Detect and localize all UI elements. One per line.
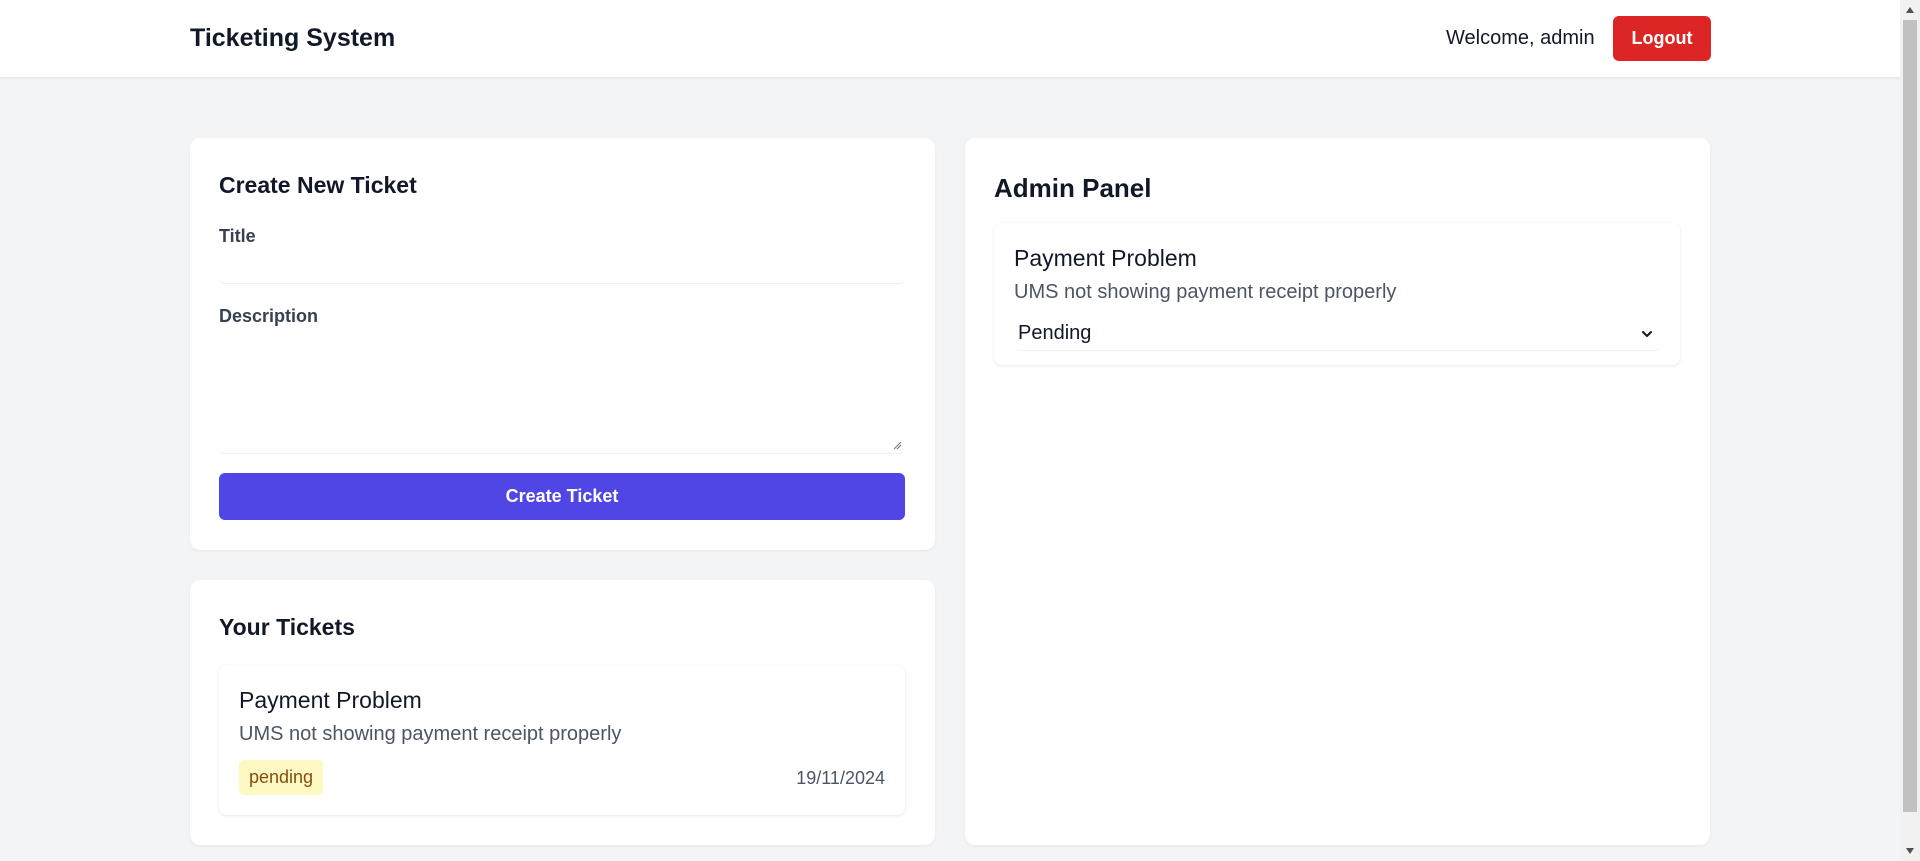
admin-panel-heading: Admin Panel (994, 173, 1152, 203)
admin-ticket-description: UMS not showing payment receipt properly (1014, 281, 1397, 303)
welcome-text: Welcome, admin (1446, 27, 1595, 49)
admin-ticket-item: Payment Problem UMS not showing payment … (994, 223, 1680, 365)
scroll-up-arrow-icon[interactable] (1905, 6, 1915, 14)
description-textarea[interactable] (219, 338, 905, 454)
scroll-down-arrow-icon[interactable] (1905, 847, 1915, 855)
description-label: Description (219, 306, 319, 326)
status-select-value: Pending (1018, 322, 1092, 344)
status-select[interactable]: Pending (1014, 317, 1660, 351)
page-scrollbar[interactable] (1900, 0, 1920, 861)
top-navbar: Ticketing System Welcome, admin Logout (0, 0, 1900, 78)
chevron-down-icon (1642, 331, 1652, 337)
ticket-date: 19/11/2024 (796, 768, 885, 788)
scrollbar-thumb[interactable] (1903, 20, 1917, 812)
ticket-item[interactable]: Payment Problem UMS not showing payment … (219, 665, 905, 815)
ticket-description: UMS not showing payment receipt properly (239, 723, 622, 745)
status-badge: pending (239, 760, 323, 795)
your-tickets-card: Your Tickets Payment Problem UMS not sho… (190, 580, 935, 845)
logout-button[interactable]: Logout (1613, 16, 1711, 61)
ticket-title: Payment Problem (239, 687, 422, 713)
resize-grip-icon[interactable] (892, 440, 902, 450)
title-input[interactable] (219, 258, 905, 284)
admin-panel-card: Admin Panel Payment Problem UMS not show… (965, 138, 1710, 845)
create-ticket-card: Create New Ticket Title Description Crea… (190, 138, 935, 550)
title-label: Title (219, 226, 256, 246)
create-ticket-button[interactable]: Create Ticket (219, 473, 905, 520)
app-brand: Ticketing System (190, 24, 396, 52)
your-tickets-heading: Your Tickets (219, 614, 355, 640)
admin-ticket-title: Payment Problem (1014, 245, 1197, 271)
create-ticket-heading: Create New Ticket (219, 172, 417, 198)
